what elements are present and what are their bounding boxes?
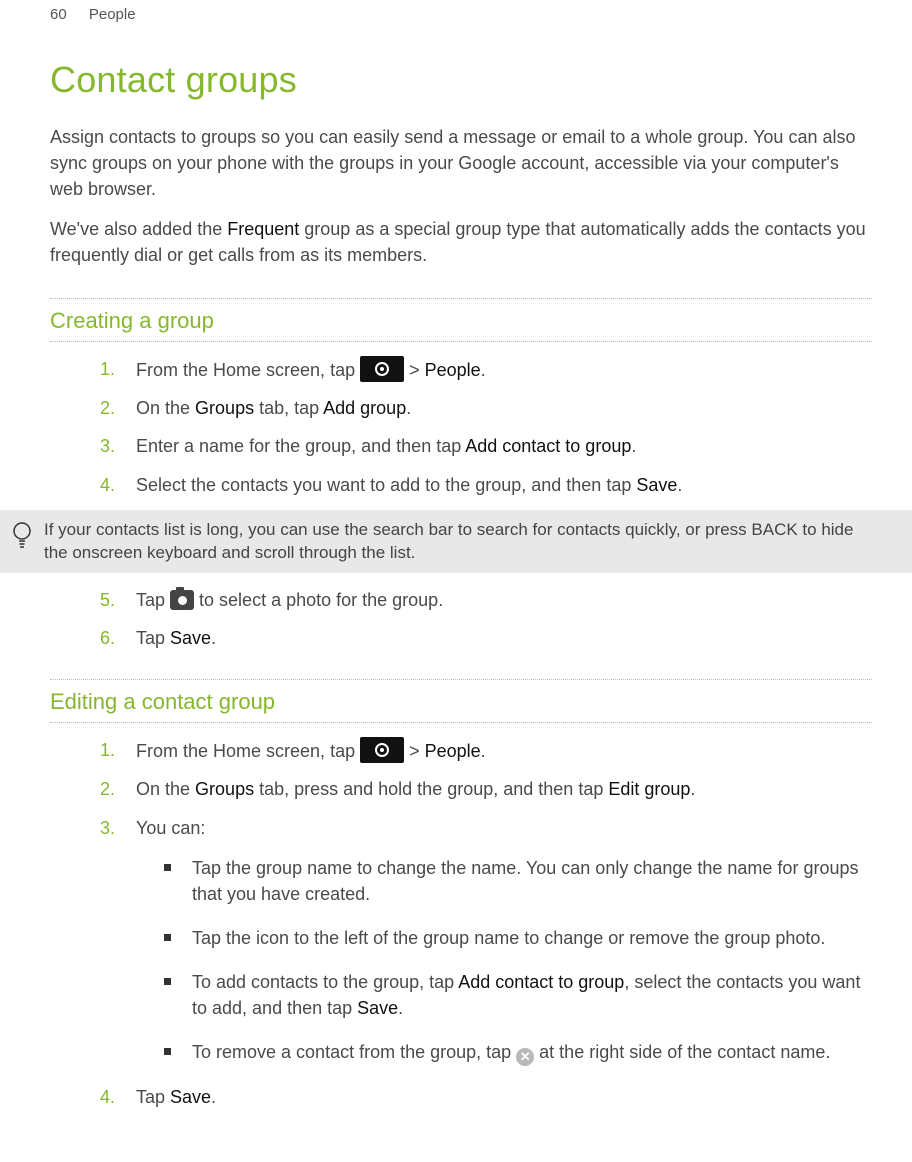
close-icon: ✕ <box>516 1048 534 1066</box>
step-number: 5. <box>100 587 128 613</box>
step-item: 6. Tap Save. <box>100 625 872 651</box>
list-item: Tap the icon to the left of the group na… <box>164 925 872 951</box>
step-item: 4. Select the contacts you want to add t… <box>100 472 872 498</box>
breadcrumb: 60 People <box>50 0 872 26</box>
frequent-label: Frequent <box>227 219 299 239</box>
step-item: 5. Tap to select a photo for the group. <box>100 587 872 613</box>
steps-creating: 1. From the Home screen, tap > People. 2… <box>50 356 872 497</box>
camera-icon <box>170 590 194 610</box>
section-heading-creating: Creating a group <box>50 298 872 342</box>
list-item: Tap the group name to change the name. Y… <box>164 855 872 907</box>
step-number: 3. <box>100 815 128 841</box>
page: 60 People Contact groups Assign contacts… <box>0 0 912 1162</box>
step-number: 1. <box>100 356 128 382</box>
step-item: 2. On the Groups tab, press and hold the… <box>100 776 872 802</box>
step-number: 2. <box>100 776 128 802</box>
steps-creating-cont: 5. Tap to select a photo for the group. … <box>50 587 872 651</box>
tip-callout: If your contacts list is long, you can u… <box>0 510 912 574</box>
step-item: 3. You can: Tap the group name to change… <box>100 815 872 1066</box>
step-number: 4. <box>100 472 128 498</box>
page-number: 60 <box>50 6 67 23</box>
step-item: 4. Tap Save. <box>100 1084 872 1110</box>
step-number: 4. <box>100 1084 128 1110</box>
apps-icon <box>360 737 404 763</box>
steps-editing: 1. From the Home screen, tap > People. 2… <box>50 737 872 1109</box>
intro-paragraph-2: We've also added the Frequent group as a… <box>50 216 872 268</box>
page-title: Contact groups <box>50 54 872 106</box>
list-item: To remove a contact from the group, tap … <box>164 1039 872 1066</box>
tip-text: If your contacts list is long, you can u… <box>44 518 864 566</box>
list-item: To add contacts to the group, tap Add co… <box>164 969 872 1021</box>
step-number: 1. <box>100 737 128 763</box>
section-heading-editing: Editing a contact group <box>50 679 872 723</box>
step-item: 2. On the Groups tab, tap Add group. <box>100 395 872 421</box>
sub-list: Tap the group name to change the name. Y… <box>136 855 872 1066</box>
step-item: 1. From the Home screen, tap > People. <box>100 356 872 383</box>
lightbulb-icon <box>8 518 44 566</box>
step-item: 3. Enter a name for the group, and then … <box>100 433 872 459</box>
apps-icon <box>360 356 404 382</box>
step-number: 3. <box>100 433 128 459</box>
section-name: People <box>89 6 136 23</box>
step-number: 2. <box>100 395 128 421</box>
step-item: 1. From the Home screen, tap > People. <box>100 737 872 764</box>
intro-paragraph-1: Assign contacts to groups so you can eas… <box>50 124 872 202</box>
step-number: 6. <box>100 625 128 651</box>
